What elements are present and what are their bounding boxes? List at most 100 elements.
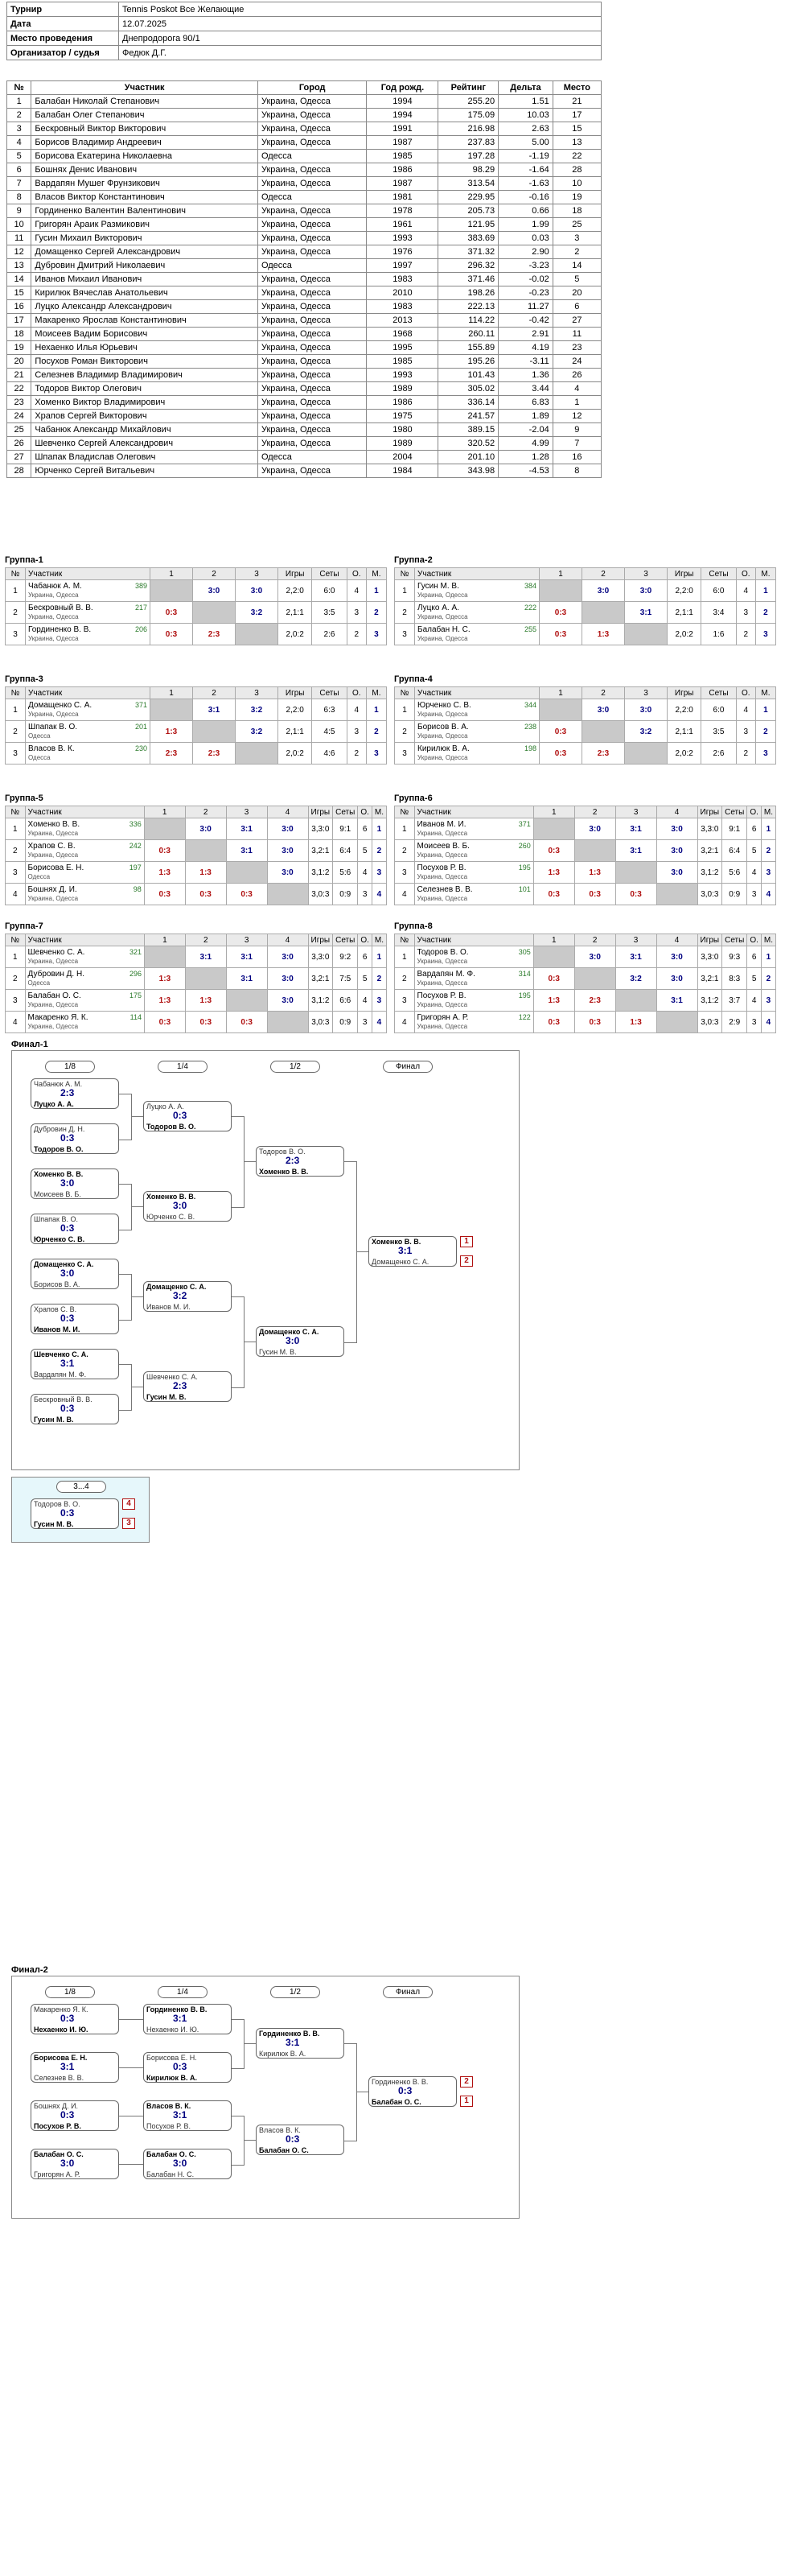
round-label: 1/2	[270, 1061, 320, 1073]
table-cell: 260.11	[438, 327, 499, 341]
player-a: Власов В. К.	[259, 2126, 301, 2134]
bracket-connector	[131, 1387, 143, 1388]
bracket-match: Макаренко Я. К. 0:3 Нехаенко И. Ю.	[31, 2004, 119, 2034]
player-rating: 217	[134, 604, 147, 612]
bracket-connector	[244, 1342, 256, 1343]
player-city: Одесса	[27, 979, 51, 987]
column-header: 1	[539, 686, 582, 699]
column-header: 2	[573, 806, 616, 818]
match-result	[266, 883, 309, 905]
third-place-b: 3	[122, 1518, 135, 1529]
match-score: 0:3	[173, 1110, 187, 1121]
column-header: Игры	[307, 806, 334, 818]
table-cell: -4.53	[498, 464, 553, 478]
row-number: 3	[5, 742, 26, 765]
table-cell: 198.26	[438, 286, 499, 300]
column-header: №	[5, 567, 26, 580]
match-result: 1:3	[184, 989, 227, 1012]
table-cell: 255.20	[438, 94, 499, 109]
player-city: Украина, Одесса	[417, 851, 468, 859]
bracket-connector	[232, 2019, 245, 2069]
table-cell: 14	[552, 258, 602, 273]
place-cell: 3	[371, 861, 388, 884]
place-cell: 2	[365, 601, 388, 624]
sets-cell: 4:5	[311, 720, 347, 743]
tournament-info-table: Турнир Tennis Poskot Все Желающие Дата 12.0…	[6, 2, 602, 60]
column-header: 2	[573, 934, 616, 946]
bracket-match: Власов В. К. 3:1 Посухов Р. В.	[143, 2100, 232, 2131]
column-header: Участник	[413, 934, 534, 946]
row-number: 3	[5, 623, 26, 645]
player-rating: 242	[129, 842, 142, 850]
round-label: Финал	[383, 1986, 433, 1998]
match-score: 3:0	[60, 2158, 75, 2169]
table-cell: Чабанюк Александр Михайлович	[31, 422, 258, 437]
match-result: 0:3	[532, 883, 575, 905]
column-header: 1	[143, 806, 186, 818]
player-rating: 101	[518, 885, 531, 893]
table-cell: -0.23	[498, 286, 553, 300]
column-header: Участник	[25, 567, 150, 580]
player-name: Кирилюк В. А.	[417, 744, 470, 753]
group-player: 371 Домащенко С. А. Украина, Одесса	[25, 699, 150, 721]
group-player: 384 Гусин М. В. Украина, Одесса	[414, 579, 540, 602]
column-header: 2	[184, 934, 227, 946]
table-cell: 21	[6, 368, 32, 382]
table-cell: 197.28	[438, 149, 499, 163]
points-cell: 3	[357, 1011, 372, 1033]
table-row: 20 Посухов Роман Викторович Украина, Одесс…	[6, 354, 602, 369]
final-2-title: Финал-2	[11, 1965, 48, 1975]
player-name: Балабан О. С.	[27, 991, 81, 1000]
table-cell: 5	[6, 149, 32, 163]
bracket-match: Храпов С. В. 0:3 Иванов М. И.	[31, 1304, 119, 1334]
table-cell: 313.54	[438, 176, 499, 191]
bracket-match: Тодоров В. О. 0:3 Гусин М. В.	[31, 1498, 119, 1529]
group-row: 2 260 Моисеев В. Б. Украина, Одесса 0:3 3:1 3:…	[394, 839, 777, 862]
match-result: 2:3	[150, 742, 193, 765]
column-header: №	[394, 934, 415, 946]
games-cell: 2,1:1	[666, 601, 702, 624]
final-1-title: Финал-1	[11, 1040, 48, 1049]
round-label: 3...4	[56, 1481, 106, 1493]
player-a: Балабан О. С.	[34, 2150, 84, 2158]
place-cell: 1	[760, 946, 777, 968]
bracket-match: Шпапак В. О. 0:3 Юрченко С. В.	[31, 1214, 119, 1244]
group-player: 114 Макаренко Я. К. Украина, Одесса	[24, 1011, 145, 1033]
table-row: 13 Дубровин Дмитрий Николаевич Одесса 1997 2…	[6, 258, 602, 273]
table-cell: Юрченко Сергей Витальевич	[31, 464, 258, 478]
player-b: Юрченко С. В.	[146, 1213, 195, 1221]
table-cell: -1.19	[498, 149, 553, 163]
match-result: 3:1	[225, 818, 268, 840]
group-title: Группа-1	[5, 555, 43, 565]
group-row: 1 305 Тодоров В. О. Украина, Одесса 3:0 3:1 3:…	[394, 946, 777, 968]
table-cell: 2	[6, 108, 32, 122]
table-cell: 2.91	[498, 327, 553, 341]
group-title: Группа-3	[5, 674, 43, 684]
sets-cell: 2:9	[721, 1011, 748, 1033]
table-row: 24 Храпов Сергей Викторович Украина, Одесс…	[6, 409, 602, 423]
player-b: Гусин М. В.	[34, 1416, 74, 1424]
match-result: 3:1	[614, 946, 657, 968]
group-player: 206 Гординенко В. В. Украина, Одесса	[25, 623, 150, 645]
table-cell: 1997	[366, 258, 439, 273]
table-cell: 1.89	[498, 409, 553, 423]
match-result: 3:0	[266, 861, 309, 884]
sets-cell: 3:5	[701, 720, 737, 743]
bracket-connector	[131, 1206, 143, 1208]
sets-cell: 6:4	[332, 839, 359, 862]
table-cell: 6	[552, 299, 602, 314]
match-result: 0:3	[143, 1011, 186, 1033]
player-rating: 195	[518, 863, 531, 872]
column-header: 3	[614, 934, 657, 946]
column-header: №	[5, 806, 26, 818]
bracket-connector	[119, 1274, 132, 1321]
table-cell: Иванов Михаил Иванович	[31, 272, 258, 286]
match-result: 2:3	[573, 989, 616, 1012]
player-name: Селезнев В. В.	[417, 885, 473, 894]
points-cell: 3	[346, 720, 367, 743]
player-city: Украина, Одесса	[417, 754, 468, 761]
table-cell: 1980	[366, 422, 439, 437]
table-cell: Украина, Одесса	[257, 286, 368, 300]
table-cell: 27	[552, 313, 602, 328]
match-score: 0:3	[60, 1132, 75, 1144]
